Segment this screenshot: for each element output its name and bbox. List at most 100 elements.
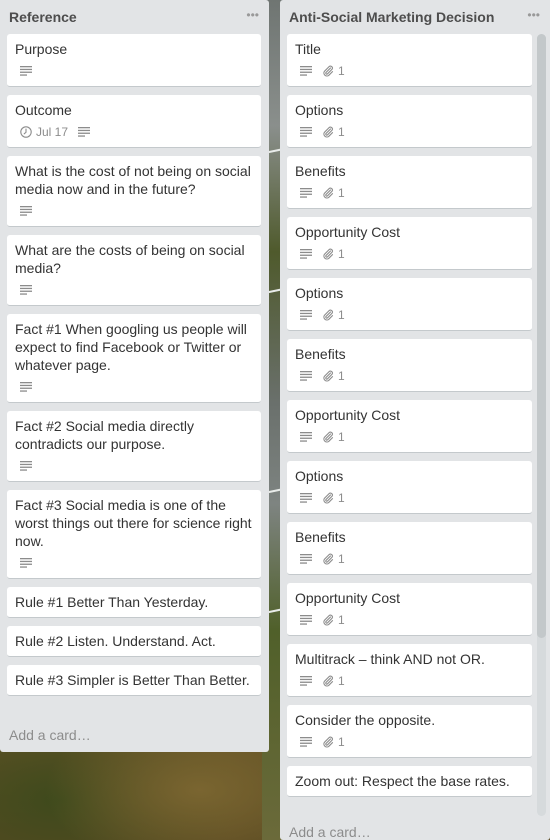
card[interactable]: Fact #1 When googling us people will exp…: [7, 314, 261, 403]
attachment-badge: 1: [322, 430, 345, 444]
card-badges: 1: [300, 306, 524, 324]
description-icon: [300, 66, 312, 76]
paperclip-icon: [322, 553, 334, 565]
card-title: Outcome: [15, 102, 72, 118]
card-badges: [20, 554, 253, 572]
attachment-count: 1: [338, 552, 345, 566]
description-icon: [300, 554, 312, 564]
card[interactable]: Outcome Jul 17: [7, 95, 261, 148]
description-icon: [20, 558, 32, 568]
attachment-count: 1: [338, 308, 345, 322]
attachment-count: 1: [338, 369, 345, 383]
clock-icon: [20, 126, 32, 138]
card[interactable]: Benefits 1: [287, 156, 532, 209]
card-badges: 1: [300, 245, 524, 263]
card[interactable]: Benefits 1: [287, 339, 532, 392]
card[interactable]: Fact #2 Social media directly contradict…: [7, 411, 261, 482]
attachment-count: 1: [338, 430, 345, 444]
card[interactable]: Multitrack – think AND not OR. 1: [287, 644, 532, 697]
attachment-badge: 1: [322, 64, 345, 78]
list-header: Anti-Social Marketing Decision •••: [280, 0, 550, 34]
attachment-count: 1: [338, 613, 345, 627]
attachment-badge: 1: [322, 125, 345, 139]
list-title[interactable]: Anti-Social Marketing Decision: [289, 9, 494, 25]
card[interactable]: Opportunity Cost 1: [287, 400, 532, 453]
attachment-badge: 1: [322, 613, 345, 627]
description-icon: [300, 615, 312, 625]
list-reference: Reference ••• Purpose Outcome Jul 17 What i…: [0, 0, 269, 752]
ellipsis-icon[interactable]: •••: [527, 8, 540, 22]
card-title: Benefits: [295, 346, 346, 362]
attachment-badge: 1: [322, 369, 345, 383]
card-badges: 1: [300, 367, 524, 385]
card-title: Rule #2 Listen. Understand. Act.: [15, 633, 216, 649]
list-header: Reference •••: [0, 0, 269, 34]
card-badges: [20, 457, 253, 475]
card[interactable]: Benefits 1: [287, 522, 532, 575]
card-badges: 1: [300, 550, 524, 568]
paperclip-icon: [322, 309, 334, 321]
paperclip-icon: [322, 736, 334, 748]
card[interactable]: Rule #2 Listen. Understand. Act.: [7, 626, 261, 657]
attachment-badge: 1: [322, 491, 345, 505]
card[interactable]: Rule #1 Better Than Yesterday.: [7, 587, 261, 618]
card[interactable]: What is the cost of not being on social …: [7, 156, 261, 227]
attachment-badge: 1: [322, 186, 345, 200]
card-title: Title: [295, 41, 321, 57]
card-badges: [20, 281, 253, 299]
card[interactable]: Consider the opposite. 1: [287, 705, 532, 758]
attachment-badge: 1: [322, 552, 345, 566]
paperclip-icon: [322, 187, 334, 199]
card[interactable]: Options 1: [287, 95, 532, 148]
description-icon: [300, 310, 312, 320]
card-title: Benefits: [295, 529, 346, 545]
card[interactable]: Title 1: [287, 34, 532, 87]
description-icon: [300, 249, 312, 259]
due-date-badge: Jul 17: [20, 125, 68, 139]
card[interactable]: What are the costs of being on social me…: [7, 235, 261, 306]
card-title: What is the cost of not being on social …: [15, 163, 251, 197]
attachment-count: 1: [338, 125, 345, 139]
description-icon: [300, 676, 312, 686]
card[interactable]: Opportunity Cost 1: [287, 583, 532, 636]
description-icon: [78, 127, 91, 137]
card-title: Purpose: [15, 41, 68, 57]
paperclip-icon: [322, 492, 334, 504]
card[interactable]: Purpose: [7, 34, 261, 87]
card[interactable]: Opportunity Cost 1: [287, 217, 532, 270]
card[interactable]: Fact #3 Social media is one of the worst…: [7, 490, 261, 579]
add-card-button[interactable]: Add a card…: [289, 824, 371, 840]
card[interactable]: Zoom out: Respect the base rates.: [287, 766, 532, 797]
description-icon: [300, 127, 312, 137]
add-card-button[interactable]: Add a card…: [9, 727, 91, 743]
card-title: Opportunity Cost: [295, 590, 401, 606]
card-badges: 1: [300, 672, 524, 690]
description-icon: [20, 285, 32, 295]
card-title: Opportunity Cost: [295, 407, 401, 423]
card-list: Title 1 Options 1 Benefits 1 Opportunity Cost 1…: [287, 34, 532, 814]
card-badges: Jul 17: [20, 123, 253, 141]
card-title: Zoom out: Respect the base rates.: [295, 773, 510, 789]
card[interactable]: Rule #3 Simpler is Better Than Better.: [7, 665, 261, 696]
ellipsis-icon[interactable]: •••: [246, 8, 259, 22]
attachment-count: 1: [338, 247, 345, 261]
scrollbar-thumb[interactable]: [537, 34, 546, 638]
attachment-count: 1: [338, 674, 345, 688]
card-badges: 1: [300, 733, 524, 751]
card-badges: 1: [300, 489, 524, 507]
card[interactable]: Options 1: [287, 278, 532, 331]
attachment-count: 1: [338, 64, 345, 78]
card[interactable]: Options 1: [287, 461, 532, 514]
description-icon: [20, 461, 32, 471]
card-badges: 1: [300, 123, 524, 141]
scrollbar[interactable]: [537, 34, 546, 816]
attachment-count: 1: [338, 491, 345, 505]
description-icon: [300, 493, 312, 503]
card-badges: 1: [300, 428, 524, 446]
card-title: Consider the opposite.: [295, 712, 436, 728]
list-title[interactable]: Reference: [9, 9, 77, 25]
paperclip-icon: [322, 126, 334, 138]
paperclip-icon: [322, 431, 334, 443]
card-title: What are the costs of being on social me…: [15, 242, 245, 276]
description-icon: [300, 188, 312, 198]
